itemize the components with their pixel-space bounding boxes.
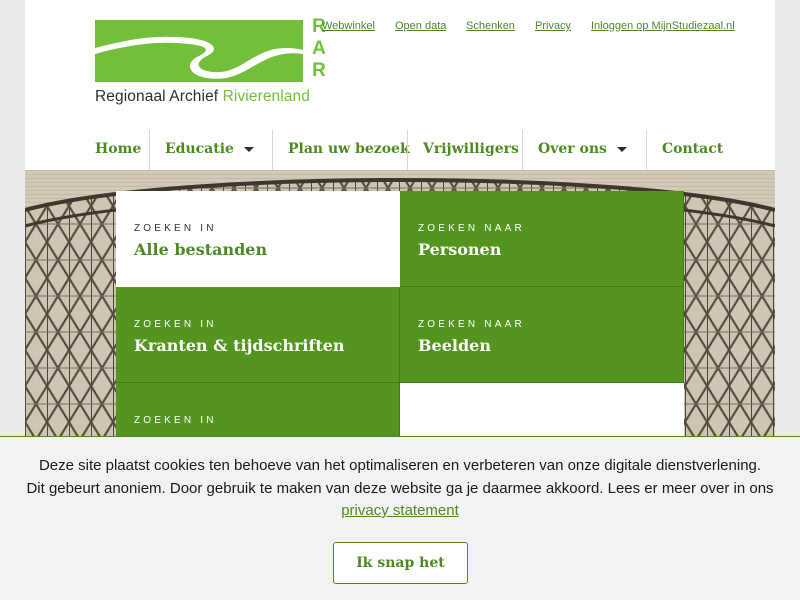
logo-river-mark <box>95 20 303 82</box>
tile-kranten-tijdschriften[interactable]: ZOEKEN IN Kranten & tijdschriften <box>116 287 400 383</box>
logo-letter: R <box>312 60 326 81</box>
nav-divider <box>149 130 150 170</box>
cookie-text-line1: Deze site plaatst cookies ten behoeve va… <box>38 457 762 474</box>
tile-alle-bestanden[interactable]: ZOEKEN IN Alle bestanden <box>116 191 400 287</box>
nav-divider <box>646 130 647 170</box>
nav-plan-uw-bezoek[interactable]: Plan uw bezoek <box>288 128 410 170</box>
nav-over-ons-label: Over ons <box>538 141 607 157</box>
link-inloggen[interactable]: Inloggen op MijnStudiezaal.nl <box>591 20 735 32</box>
tile-title: Alle bestanden <box>134 240 268 259</box>
caret-down-icon <box>243 146 254 152</box>
tile-title: Kranten & tijdschriften <box>134 336 345 355</box>
logo-letter: A <box>312 38 326 59</box>
nav-vrijwilligers[interactable]: Vrijwilligers <box>423 128 519 170</box>
tile-kicker: ZOEKEN NAAR <box>418 319 525 330</box>
link-open-data[interactable]: Open data <box>395 20 446 32</box>
nav-divider <box>407 130 408 170</box>
link-privacy[interactable]: Privacy <box>535 20 571 32</box>
tile-title: Personen <box>418 240 502 259</box>
tile-personen[interactable]: ZOEKEN NAAR Personen <box>400 191 684 287</box>
nav-contact[interactable]: Contact <box>662 128 723 170</box>
nav-over-ons[interactable]: Over ons <box>538 128 627 170</box>
site-logo[interactable]: R A R Regionaal Archief Rivierenland <box>95 16 330 108</box>
accept-cookies-button[interactable]: Ik snap het <box>333 542 468 584</box>
nav-home[interactable]: Home <box>95 128 141 170</box>
main-nav: Home Educatie Plan uw bezoek Vrijwillige… <box>0 128 800 170</box>
link-schenken[interactable]: Schenken <box>466 20 515 32</box>
tile-kicker: ZOEKEN IN <box>134 319 217 330</box>
nav-divider <box>522 130 523 170</box>
cookie-banner: Deze site plaatst cookies ten behoeve va… <box>0 436 800 600</box>
nav-educatie[interactable]: Educatie <box>165 128 254 170</box>
tile-kicker: ZOEKEN IN <box>134 415 217 426</box>
tile-kicker: ZOEKEN IN <box>134 223 217 234</box>
tile-kicker: ZOEKEN NAAR <box>418 223 525 234</box>
tile-beelden[interactable]: ZOEKEN NAAR Beelden <box>400 287 684 383</box>
logo-wordmark: Regionaal Archief Rivierenland <box>95 88 310 106</box>
cookie-text-line2: Dit gebeurt anoniem. Door gebruik te mak… <box>26 480 774 497</box>
nav-educatie-label: Educatie <box>165 141 234 157</box>
link-webwinkel[interactable]: Webwinkel <box>322 20 375 32</box>
tile-title: Beelden <box>418 336 491 355</box>
nav-divider <box>272 130 273 170</box>
caret-down-icon <box>616 146 627 152</box>
logo-name-part2: Rivierenland <box>222 88 310 105</box>
cookie-link-wrapper: privacy statement <box>0 501 800 521</box>
privacy-statement-link[interactable]: privacy statement <box>341 502 459 519</box>
logo-name-part1: Regionaal Archief <box>95 88 219 105</box>
